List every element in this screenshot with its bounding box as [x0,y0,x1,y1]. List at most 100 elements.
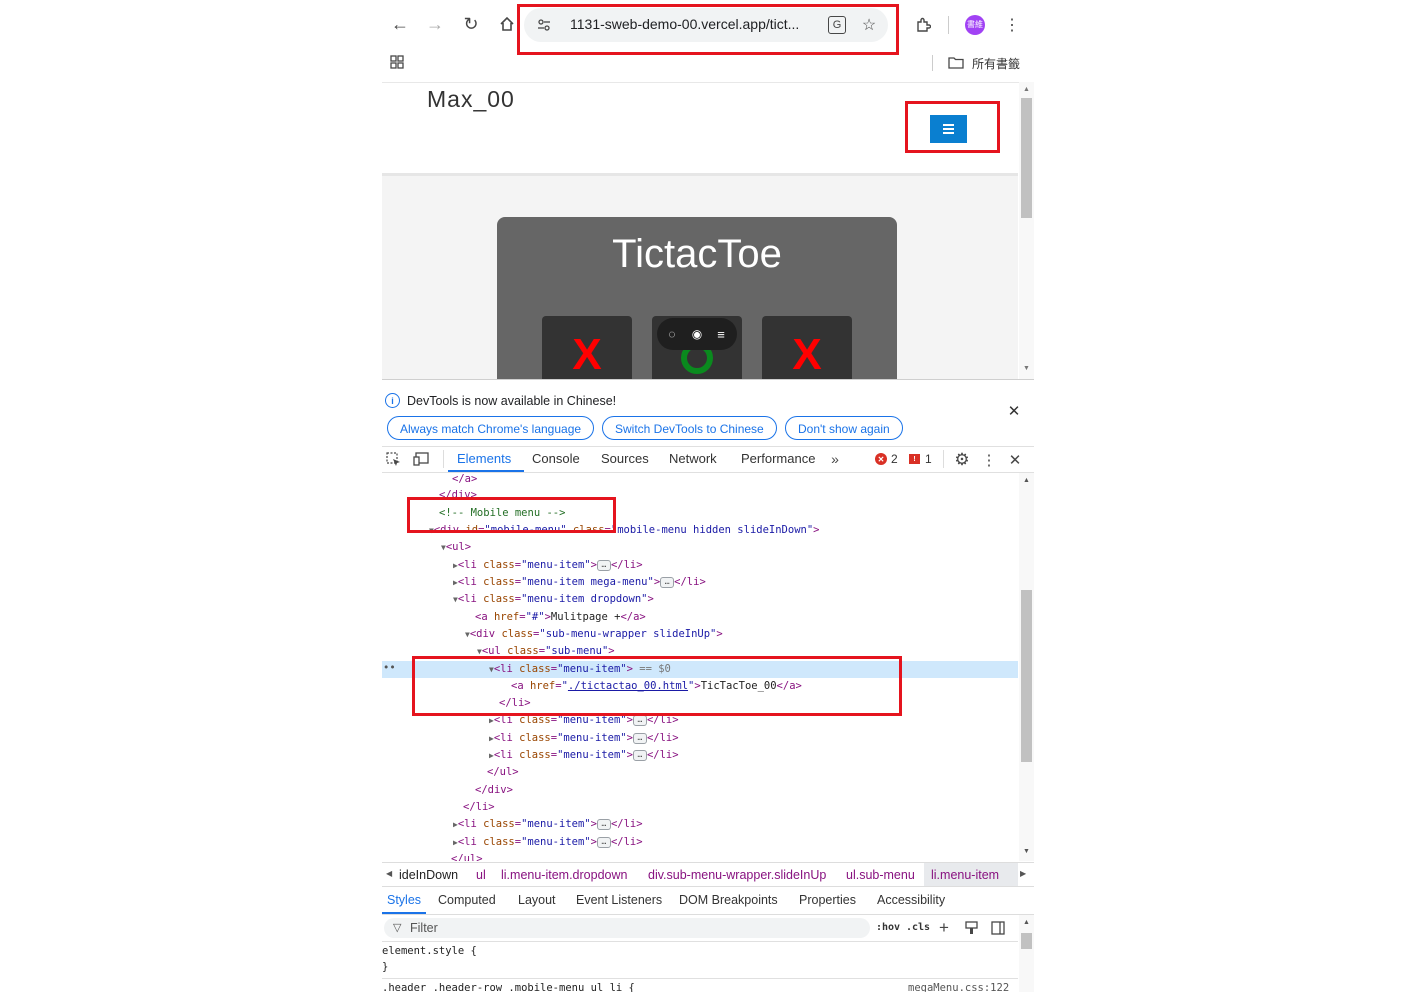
dont-show-button[interactable]: Don't show again [785,416,903,440]
list-icon[interactable]: ≡ [712,325,730,343]
breadcrumb-item[interactable]: div.sub-menu-wrapper.slideInUp [648,868,826,882]
filter-border [382,941,1018,942]
tab-dom-breakpoints[interactable]: DOM Breakpoints [679,893,778,907]
tab-properties[interactable]: Properties [799,893,856,907]
back-icon[interactable]: ← [388,12,412,36]
error-count: 2 [891,452,898,466]
device-toolbar-icon[interactable] [413,451,429,467]
tab-event-listeners[interactable]: Event Listeners [576,893,662,907]
breadcrumb-item[interactable]: ul [476,868,486,882]
close-devtools-icon[interactable]: ✕ [1006,450,1024,470]
forward-icon[interactable]: → [423,12,447,36]
x-mark: X [572,330,602,379]
breadcrumb-right-icon[interactable]: ▶ [1020,869,1026,878]
game-title: TictacToe [612,232,782,276]
more-tabs-icon[interactable]: » [827,451,843,467]
tab-sources[interactable]: Sources [601,451,649,466]
tab-divider [443,450,444,468]
scroll-thumb[interactable] [1021,590,1032,762]
folder-icon [946,53,966,71]
new-rule-icon[interactable]: + [935,918,953,937]
close-notice-icon[interactable]: ✕ [1006,403,1022,420]
info-icon: i [385,393,400,408]
dom-line[interactable]: ▼<div class="sub-menu-wrapper slideInUp"… [465,628,723,640]
scroll-down-icon[interactable]: ▼ [1019,365,1034,372]
dom-line[interactable]: ▶<li class="menu-item">… </li> [489,732,679,744]
site-title[interactable]: Max_00 [427,86,515,113]
reload-icon[interactable]: ↻ [459,12,483,36]
row-ellipsis-icon[interactable]: •• [383,662,396,674]
breadcrumb-item[interactable]: li.menu-item.dropdown [501,868,627,882]
dom-line[interactable]: </ul> [487,766,519,778]
breadcrumb-item[interactable]: ideInDown [399,868,458,882]
tab-computed[interactable]: Computed [438,893,496,907]
dom-line[interactable]: <a href="#">Mulitpage +</a> [475,611,646,623]
scroll-up-icon[interactable]: ▲ [1019,919,1034,926]
dom-line[interactable]: </a> [452,473,477,485]
avatar[interactable]: 書維 [965,15,985,35]
paint-icon[interactable] [962,919,980,937]
devtools-notice: DevTools is now available in Chinese! [407,394,617,408]
inspect-element-icon[interactable] [385,451,401,467]
element-style-rule[interactable]: element.style { [382,945,477,957]
page-scrollbar[interactable]: ▲ ▼ [1019,82,1034,379]
scroll-up-icon[interactable]: ▲ [1019,477,1034,484]
home-icon[interactable] [495,12,519,36]
breadcrumb-left-icon[interactable]: ◀ [386,869,392,878]
match-language-button[interactable]: Always match Chrome's language [387,416,595,440]
dom-line[interactable]: ▶<li class="menu-item">… </li> [489,749,679,761]
css-source-link[interactable]: megaMenu.css:122 [908,982,1009,992]
dom-line[interactable]: ▼<ul> [441,541,471,553]
dom-line[interactable]: ▶<li class="menu-item">… </li> [453,559,643,571]
annotation-box-url [517,4,899,55]
hov-button[interactable]: :hov [876,922,900,933]
issue-count: 1 [925,452,932,466]
dom-line[interactable]: ▶<li class="menu-item">… </li> [453,836,643,848]
scroll-up-icon[interactable]: ▲ [1019,86,1034,93]
breadcrumb-item[interactable]: ul.sub-menu [846,868,915,882]
tab-elements[interactable]: Elements [457,451,511,466]
tab-layout[interactable]: Layout [518,893,556,907]
tab-console[interactable]: Console [532,451,580,466]
view-icon[interactable]: ◉ [688,325,706,343]
devtools-more-icon[interactable]: ⋮ [980,450,998,470]
dom-line[interactable]: </ul> [451,853,483,861]
dom-line[interactable]: ▶<li class="menu-item mega-menu">… </li> [453,576,706,588]
apps-grid-icon[interactable] [388,53,406,71]
rule-divider [382,978,1018,979]
comment-icon[interactable]: ◌ [663,325,681,343]
scroll-down-icon[interactable]: ▼ [1019,848,1034,855]
styles-tab-border [382,914,1034,915]
settings-gear-icon[interactable]: ⚙ [952,450,972,470]
annotation-box-comment [407,497,616,533]
game-board: TictacToe X X ◌ ◉ ≡ [497,217,897,380]
tab-styles[interactable]: Styles [387,893,421,907]
styles-filter-input[interactable]: ▽ Filter [384,918,870,938]
filter-icon: ▽ [393,922,402,934]
bookmark-divider [932,55,933,71]
sidebar-toggle-icon[interactable] [989,919,1007,937]
tab-network[interactable]: Network [669,451,717,466]
extensions-icon[interactable] [912,14,934,36]
switch-chinese-button[interactable]: Switch DevTools to Chinese [602,416,777,440]
all-bookmarks-label[interactable]: 所有書籤 [972,55,1020,72]
dom-line[interactable]: ▶<li class="menu-item">… </li> [453,818,643,830]
styles-scrollbar[interactable]: ▲ [1019,915,1034,992]
dom-scrollbar[interactable]: ▲ ▼ [1019,473,1034,861]
scroll-thumb[interactable] [1021,98,1032,218]
dom-line[interactable]: </li> [463,801,495,813]
scroll-thumb[interactable] [1021,933,1032,949]
error-icon[interactable]: ✕ [875,453,887,465]
dom-line[interactable]: </div> [475,784,513,796]
tab-performance[interactable]: Performance [741,451,815,466]
dom-line[interactable]: ▼<li class="menu-item dropdown"> [453,593,654,605]
issue-icon[interactable]: ! [909,454,920,464]
tab-accessibility[interactable]: Accessibility [877,893,945,907]
board-cell[interactable]: X [762,316,852,380]
cls-button[interactable]: .cls [906,922,930,933]
more-menu-icon[interactable]: ⋮ [1002,14,1022,36]
filter-placeholder: Filter [410,921,438,935]
breadcrumb-item[interactable]: li.menu-item [931,868,999,882]
css-rule-selector[interactable]: .header .header-row .mobile-menu ul li { [382,982,635,992]
board-cell[interactable]: X [542,316,632,380]
